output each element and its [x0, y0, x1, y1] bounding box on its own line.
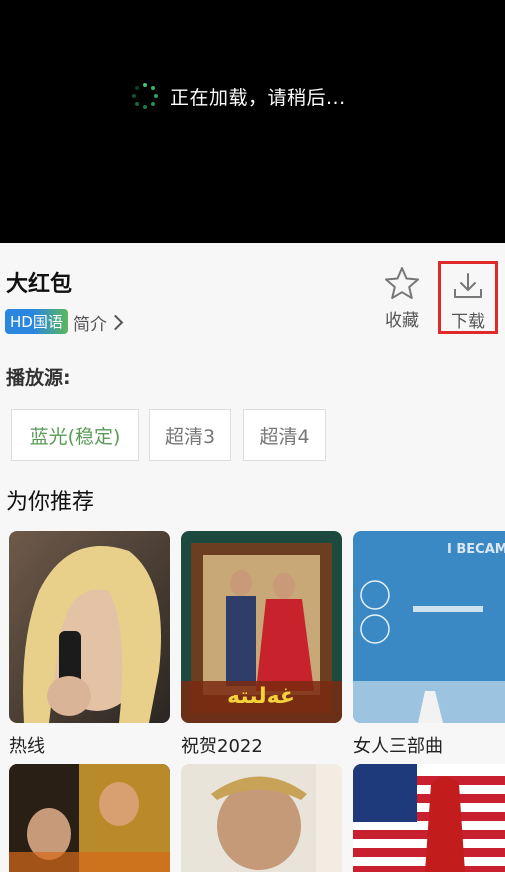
favorite-button[interactable]: 收藏: [378, 266, 426, 331]
poster-i-became-a-woman[interactable]: I BECAME A WOMAN: [353, 531, 505, 723]
star-icon: [385, 267, 419, 299]
recommend-section-title: 为你推荐: [6, 490, 95, 515]
poster-title: 女人三部曲: [353, 736, 443, 757]
intro-link[interactable]: 简介: [73, 310, 124, 335]
poster-congrats-2022[interactable]: غەلىتە: [181, 531, 342, 723]
quality-badge: HD国语: [5, 309, 68, 334]
poster-title: 祝贺2022: [181, 736, 263, 757]
poster-title: 热线: [9, 736, 45, 757]
movie-title: 大红包: [6, 272, 73, 297]
poster-image: [9, 764, 170, 872]
intro-label: 简介: [73, 315, 107, 335]
poster-text: I BECAME A WOMAN: [447, 542, 505, 557]
poster-row2-2[interactable]: [181, 764, 342, 872]
poster-image: I BECAME A WOMAN: [353, 531, 505, 723]
poster-text: غەلىتە: [227, 684, 295, 709]
poster-image: غەلىتە: [181, 531, 342, 723]
poster-hotline[interactable]: [9, 531, 170, 723]
download-label: 下载: [451, 312, 485, 332]
source-section-title: 播放源:: [6, 367, 71, 389]
loading-indicator: 正在加载，请稍后...: [132, 82, 346, 110]
poster-image: [181, 764, 342, 872]
poster-image: [353, 764, 505, 872]
source-chip-hd4[interactable]: 超清4: [243, 409, 326, 461]
chevron-right-icon: [107, 314, 124, 331]
poster-image: [9, 531, 170, 723]
poster-row2-1[interactable]: [9, 764, 170, 872]
download-icon: [454, 273, 482, 298]
loading-text: 正在加载，请稍后...: [170, 86, 346, 109]
source-chip-bluray[interactable]: 蓝光(稳定): [11, 409, 139, 461]
source-chip-hd3[interactable]: 超清3: [149, 409, 231, 461]
loading-spinner-icon: [132, 83, 158, 109]
download-button[interactable]: 下载: [438, 261, 498, 334]
favorite-label: 收藏: [385, 311, 419, 331]
poster-row2-3[interactable]: [353, 764, 505, 872]
video-player[interactable]: 正在加载，请稍后...: [0, 0, 505, 243]
